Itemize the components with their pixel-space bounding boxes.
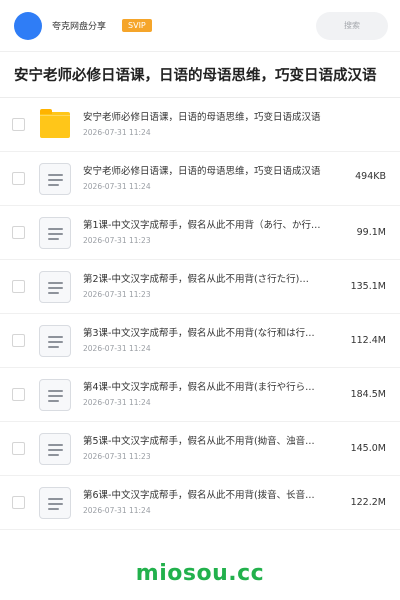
file-name[interactable]: 第6课-中文汉字成帮手，假名从此不用背(拨音、长音… xyxy=(83,489,347,503)
file-info: 第1课-中文汉字成帮手，假名从此不用背（あ行、か行… 2026-07-31 11:… xyxy=(83,219,353,246)
list-item[interactable]: 第5课-中文汉字成帮手，假名从此不用背(拗音、浊音… 2026-07-31 11:… xyxy=(0,422,400,476)
checkbox[interactable] xyxy=(12,226,25,239)
list-item[interactable]: 第6课-中文汉字成帮手，假名从此不用背(拨音、长音… 2026-07-31 11:… xyxy=(0,476,400,530)
checkbox[interactable] xyxy=(12,280,25,293)
file-name[interactable]: 第2课-中文汉字成帮手，假名从此不用背(さ行た行)… xyxy=(83,273,347,287)
file-info: 第2课-中文汉字成帮手，假名从此不用背(さ行た行)… 2026-07-31 11:… xyxy=(83,273,347,300)
file-size: 122.2M xyxy=(350,497,386,508)
title-bar: 安宁老师必修日语课，日语的母语思维，巧变日语成汉语 xyxy=(0,52,400,98)
file-info: 第5课-中文汉字成帮手，假名从此不用背(拗音、浊音… 2026-07-31 11:… xyxy=(83,435,347,462)
document-icon xyxy=(38,324,72,358)
svip-badge: SVIP xyxy=(122,19,152,32)
search-input[interactable]: 搜索 xyxy=(316,11,388,40)
file-date: 2026-07-31 11:24 xyxy=(83,506,151,515)
file-date: 2026-07-31 11:24 xyxy=(83,128,151,137)
file-size: 494KB xyxy=(355,171,386,182)
file-name[interactable]: 安宁老师必修日语课，日语的母语思维，巧变日语成汉语 xyxy=(83,111,386,125)
checkbox[interactable] xyxy=(12,334,25,347)
file-name[interactable]: 第3课-中文汉字成帮手，假名从此不用背(な行和は行… xyxy=(83,327,347,341)
file-size: 112.4M xyxy=(350,335,386,346)
checkbox[interactable] xyxy=(12,118,25,131)
file-info: 第4课-中文汉字成帮手，假名从此不用背(ま行や行ら… 2026-07-31 11:… xyxy=(83,381,347,408)
watermark: miosou.cc xyxy=(135,561,265,586)
file-size: 184.5M xyxy=(350,389,386,400)
checkbox[interactable] xyxy=(12,442,25,455)
file-size: 135.1M xyxy=(350,281,386,292)
document-icon xyxy=(38,216,72,250)
file-date: 2026-07-31 11:23 xyxy=(83,452,151,461)
document-icon xyxy=(38,378,72,412)
list-item[interactable]: 第1课-中文汉字成帮手，假名从此不用背（あ行、か行… 2026-07-31 11:… xyxy=(0,206,400,260)
list-item[interactable]: 安宁老师必修日语课，日语的母语思维，巧变日语成汉语 2026-07-31 11:2… xyxy=(0,152,400,206)
header: 夸克网盘分享 SVIP 搜索 xyxy=(0,0,400,52)
checkbox[interactable] xyxy=(12,388,25,401)
file-info: 第3课-中文汉字成帮手，假名从此不用背(な行和は行… 2026-07-31 11:… xyxy=(83,327,347,354)
file-info: 第6课-中文汉字成帮手，假名从此不用背(拨音、长音… 2026-07-31 11:… xyxy=(83,489,347,516)
document-icon xyxy=(38,162,72,196)
folder-icon xyxy=(38,108,72,142)
page-title: 安宁老师必修日语课，日语的母语思维，巧变日语成汉语 xyxy=(14,68,377,84)
list-item[interactable]: 第4课-中文汉字成帮手，假名从此不用背(ま行や行ら… 2026-07-31 11:… xyxy=(0,368,400,422)
file-size: 145.0M xyxy=(350,443,386,454)
checkbox[interactable] xyxy=(12,496,25,509)
file-date: 2026-07-31 11:24 xyxy=(83,344,151,353)
share-name: 夸克网盘分享 xyxy=(52,22,107,32)
file-name[interactable]: 第1课-中文汉字成帮手，假名从此不用背（あ行、か行… xyxy=(83,219,353,233)
file-date: 2026-07-31 11:23 xyxy=(83,290,151,299)
file-name[interactable]: 安宁老师必修日语课，日语的母语思维，巧变日语成汉语 xyxy=(83,165,386,179)
file-list: 安宁老师必修日语课，日语的母语思维，巧变日语成汉语 2026-07-31 11:2… xyxy=(0,98,400,530)
avatar[interactable] xyxy=(14,11,42,40)
file-size: 99.1M xyxy=(356,227,386,238)
list-item[interactable]: 第2课-中文汉字成帮手，假名从此不用背(さ行た行)… 2026-07-31 11:… xyxy=(0,260,400,314)
document-icon xyxy=(38,270,72,304)
file-date: 2026-07-31 11:24 xyxy=(83,398,151,407)
file-date: 2026-07-31 11:24 xyxy=(83,182,151,191)
list-item[interactable]: 安宁老师必修日语课，日语的母语思维，巧变日语成汉语 2026-07-31 11:2… xyxy=(0,98,400,152)
document-icon xyxy=(38,486,72,520)
document-icon xyxy=(38,432,72,466)
file-info: 安宁老师必修日语课，日语的母语思维，巧变日语成汉语 2026-07-31 11:2… xyxy=(83,165,386,192)
list-item[interactable]: 第3课-中文汉字成帮手，假名从此不用背(な行和は行… 2026-07-31 11:… xyxy=(0,314,400,368)
file-date: 2026-07-31 11:23 xyxy=(83,236,151,245)
file-info: 安宁老师必修日语课，日语的母语思维，巧变日语成汉语 2026-07-31 11:2… xyxy=(83,111,386,138)
file-name[interactable]: 第5课-中文汉字成帮手，假名从此不用背(拗音、浊音… xyxy=(83,435,347,449)
file-name[interactable]: 第4课-中文汉字成帮手，假名从此不用背(ま行や行ら… xyxy=(83,381,347,395)
checkbox[interactable] xyxy=(12,172,25,185)
